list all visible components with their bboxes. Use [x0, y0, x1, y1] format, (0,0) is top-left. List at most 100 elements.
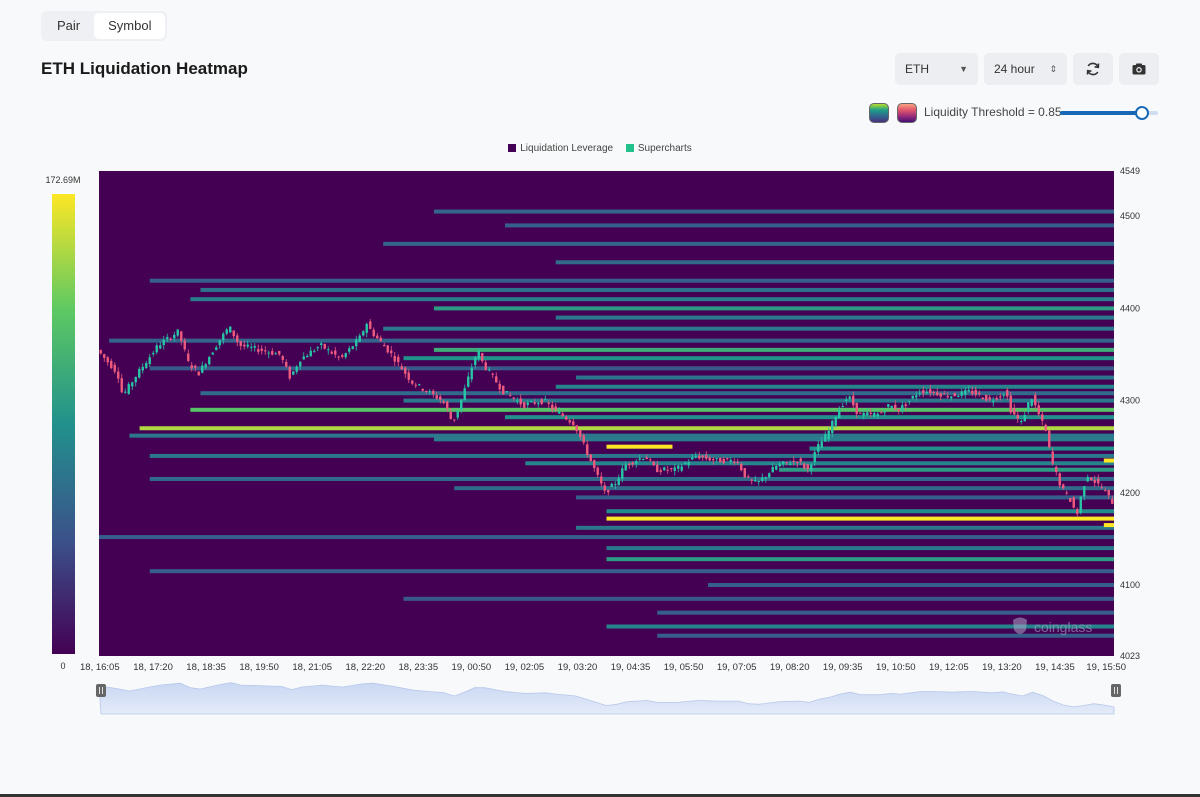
- candle-body: [516, 400, 519, 402]
- candle-body: [764, 477, 767, 479]
- candle-body: [190, 365, 193, 369]
- candle-body: [771, 467, 774, 473]
- liquidation-band: [149, 278, 1114, 283]
- candle-body: [887, 404, 890, 407]
- candle-body: [509, 395, 512, 397]
- candle-body: [750, 479, 753, 481]
- candle-body: [355, 339, 358, 347]
- candle-body: [537, 403, 540, 405]
- candle-body: [1041, 414, 1044, 421]
- candle-body: [204, 364, 207, 368]
- candle-body: [257, 349, 260, 352]
- candle-body: [187, 353, 190, 361]
- liquidation-band: [200, 391, 1114, 396]
- candle-body: [547, 402, 550, 404]
- candle-body: [232, 330, 235, 337]
- x-tick-label: 19, 15:50: [1086, 662, 1126, 673]
- candle-body: [491, 373, 494, 375]
- candle-body: [211, 352, 214, 355]
- candle-body: [1023, 414, 1026, 422]
- candle-body: [152, 352, 155, 355]
- candle-body: [845, 399, 848, 401]
- candle-body: [981, 397, 984, 400]
- candle-body: [799, 458, 802, 462]
- candle-body: [698, 455, 701, 459]
- candle-body: [145, 363, 148, 369]
- x-tick-label: 19, 09:35: [823, 662, 863, 673]
- x-axis: 18, 16:05 18, 17:20 18, 18:35 18, 19:50 18, …: [80, 662, 1126, 673]
- navigator-left-handle[interactable]: [96, 684, 106, 697]
- candle-body: [834, 416, 837, 426]
- candle-body: [306, 355, 309, 358]
- x-tick-label: 18, 19:50: [239, 662, 279, 673]
- liquidation-band: [1103, 458, 1114, 463]
- candle-body: [341, 355, 344, 357]
- liquidation-band: [606, 516, 1114, 521]
- liquidation-band: [657, 610, 1114, 615]
- candle-body: [642, 458, 645, 460]
- candle-body: [915, 395, 918, 398]
- liquidation-band: [779, 467, 1114, 472]
- candle-body: [631, 462, 634, 465]
- candle-body: [1051, 451, 1054, 464]
- candle-body: [761, 477, 764, 481]
- liquidation-band: [433, 437, 1114, 442]
- candle-body: [113, 364, 116, 372]
- candle-body: [663, 467, 666, 471]
- candle-body: [467, 376, 470, 387]
- liquidation-band: [200, 287, 1114, 292]
- candle-body: [208, 357, 211, 365]
- candle-body: [712, 459, 715, 461]
- x-tick-label: 19, 03:20: [558, 662, 598, 673]
- candle-body: [1006, 389, 1009, 397]
- candle-body: [1090, 477, 1093, 480]
- candle-body: [365, 323, 368, 333]
- time-range-navigator[interactable]: [96, 682, 1121, 715]
- candle-body: [925, 392, 928, 394]
- candle-body: [446, 401, 449, 409]
- candle-body: [680, 466, 683, 471]
- candle-body: [390, 350, 393, 354]
- candle-body: [330, 351, 333, 354]
- candle-body: [1034, 394, 1037, 406]
- candle-body: [495, 376, 498, 383]
- candle-body: [1065, 492, 1068, 494]
- navigator-right-handle[interactable]: [1111, 684, 1121, 697]
- candle-body: [519, 398, 522, 405]
- candle-body: [1002, 394, 1005, 396]
- liquidation-band: [555, 315, 1114, 320]
- candle-body: [474, 357, 477, 366]
- liquidation-band: [454, 486, 1114, 491]
- candle-body: [407, 372, 410, 380]
- liquidation-band: [190, 407, 1115, 412]
- candle-body: [162, 339, 165, 346]
- candle-body: [729, 459, 732, 462]
- y-tick-label: 4100: [1120, 580, 1140, 590]
- candle-body: [848, 396, 851, 399]
- candle-body: [176, 329, 179, 336]
- candle-body: [225, 329, 228, 334]
- candle-body: [1107, 489, 1110, 496]
- candle-body: [558, 411, 561, 414]
- candle-body: [883, 411, 886, 413]
- candle-body: [757, 481, 760, 483]
- candle-body: [470, 367, 473, 380]
- candle-body: [411, 380, 414, 384]
- candle-body: [169, 338, 172, 340]
- candle-body: [110, 360, 113, 369]
- candle-body: [908, 400, 911, 402]
- candle-body: [358, 335, 361, 342]
- candle-body: [694, 456, 697, 458]
- candle-body: [943, 393, 946, 395]
- candle-body: [985, 394, 988, 401]
- candle-body: [722, 458, 725, 464]
- x-tick-label: 19, 10:50: [876, 662, 916, 673]
- candle-body: [831, 420, 834, 433]
- y-tick-label: 4300: [1120, 396, 1140, 406]
- candle-body: [229, 326, 232, 333]
- candle-body: [936, 392, 939, 396]
- y-tick-label: 4549: [1120, 166, 1140, 176]
- candle-body: [253, 346, 256, 348]
- candle-body: [551, 404, 554, 410]
- candle-body: [992, 400, 995, 403]
